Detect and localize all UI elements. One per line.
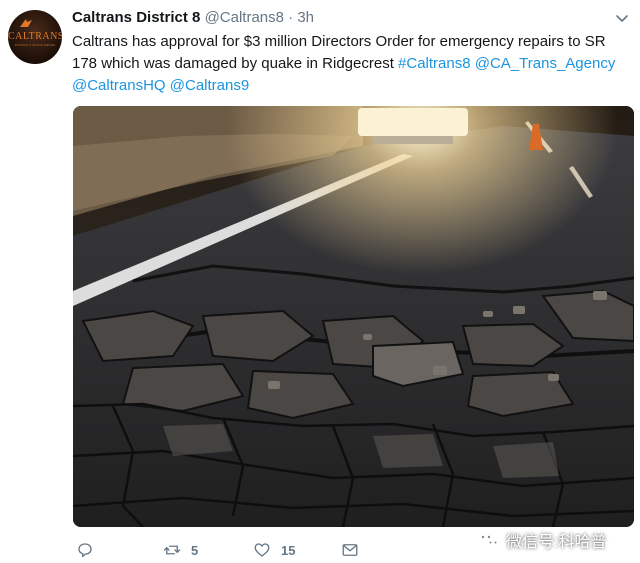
- mention-link[interactable]: @CaltransHQ: [72, 77, 166, 94]
- mention-link[interactable]: @Caltrans9: [170, 77, 249, 94]
- chevron-down-icon[interactable]: [614, 11, 630, 27]
- watermark: 微信号:科哈普: [476, 525, 606, 555]
- tweet-photo[interactable]: [73, 106, 634, 527]
- tweet-header: Caltrans District 8 @Caltrans8 · 3h: [72, 9, 314, 29]
- header-separator: ·: [288, 9, 294, 26]
- avatar-logo-text: CALTRANS: [8, 31, 62, 42]
- avatar-logo-subtext: DISTRICT 8 INLAND EMPIRE: [14, 43, 56, 47]
- avatar[interactable]: CALTRANS DISTRICT 8 INLAND EMPIRE: [8, 10, 62, 64]
- wechat-icon: [477, 530, 501, 550]
- mail-icon: [342, 544, 358, 556]
- user-handle[interactable]: @Caltrans8: [205, 9, 284, 26]
- retweet-count: 5: [191, 542, 199, 558]
- hashtag-link[interactable]: #Caltrans8: [398, 55, 471, 72]
- cracked-road-photo: [73, 106, 634, 527]
- tweet-text: Caltrans has approval for $3 million Dir…: [72, 31, 634, 97]
- retweet-icon: [163, 545, 181, 555]
- reply-icon: [78, 543, 92, 558]
- like-button[interactable]: 15: [253, 538, 295, 562]
- tweet-timestamp[interactable]: 3h: [297, 9, 314, 26]
- tweet: CALTRANS DISTRICT 8 INLAND EMPIRE Caltra…: [0, 0, 640, 563]
- mention-link[interactable]: @CA_Trans_Agency: [475, 55, 616, 72]
- reply-button[interactable]: [76, 538, 94, 562]
- like-count: 15: [281, 542, 296, 558]
- retweet-button[interactable]: 5: [163, 538, 198, 562]
- watermark-text: 微信号:科哈普: [506, 534, 607, 551]
- share-button[interactable]: [341, 538, 359, 562]
- caltrans-logo-icon: [20, 19, 32, 27]
- heart-icon: [254, 543, 270, 557]
- display-name[interactable]: Caltrans District 8: [72, 9, 200, 26]
